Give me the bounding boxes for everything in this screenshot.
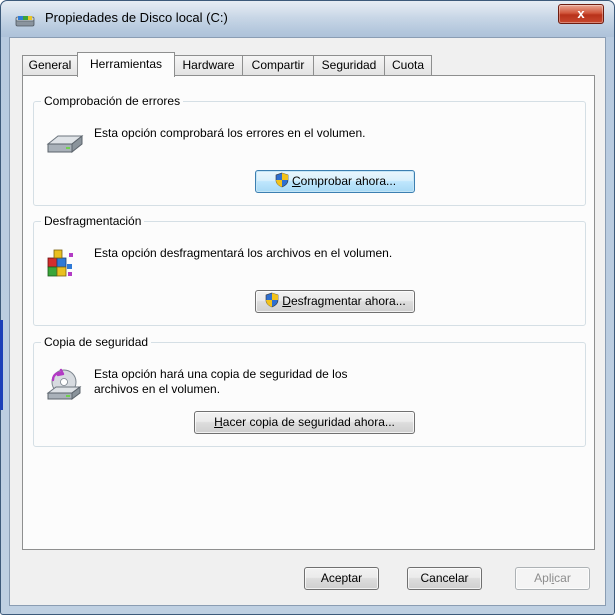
apply-label-start: Apl xyxy=(534,571,552,585)
desktop-edge xyxy=(0,320,3,410)
backup-now-label: acer copia de seguridad ahora... xyxy=(222,415,395,429)
ok-button[interactable]: Aceptar xyxy=(304,567,379,590)
title-bar[interactable]: Propiedades de Disco local (C:) x xyxy=(1,1,614,37)
error-check-description: Esta opción comprobará los errores en el… xyxy=(94,126,366,140)
close-button[interactable]: x xyxy=(558,4,604,24)
backup-title: Copia de seguridad xyxy=(41,335,152,349)
dialog-client: General Herramientas Hardware Compartir … xyxy=(9,37,606,606)
cancel-button[interactable]: Cancelar xyxy=(407,567,482,590)
error-check-group: Comprobación de errores Esta opción comp… xyxy=(33,94,586,206)
uac-shield-icon xyxy=(275,172,289,188)
tab-general[interactable]: General xyxy=(22,55,78,76)
tab-compartir[interactable]: Compartir xyxy=(242,55,314,76)
drive-icon xyxy=(15,16,35,27)
tools-tab-panel: Comprobación de errores Esta opción comp… xyxy=(22,75,595,550)
backup-description: Esta opción hará una copia de seguridad … xyxy=(94,367,348,396)
defrag-now-label: esfragmentar ahora... xyxy=(290,294,406,308)
tab-seguridad[interactable]: Seguridad xyxy=(313,55,385,76)
window-title: Propiedades de Disco local (C:) xyxy=(45,10,228,25)
defrag-icon xyxy=(47,249,73,277)
defrag-description: Esta opción desfragmentará los archivos … xyxy=(94,246,393,260)
apply-label-end: car xyxy=(554,571,571,585)
properties-window: Propiedades de Disco local (C:) x Genera… xyxy=(0,0,615,615)
defrag-now-button[interactable]: Desfragmentar ahora... xyxy=(255,290,415,313)
backup-group: Copia de seguridad Esta opción hará una … xyxy=(33,335,586,447)
backup-now-button[interactable]: Hacer copia de seguridad ahora... xyxy=(194,411,415,434)
check-now-button[interactable]: Comprobar ahora... xyxy=(255,170,415,193)
defrag-group: Desfragmentación Esta opción desfragment… xyxy=(33,214,586,326)
defrag-now-access-key: D xyxy=(282,294,291,308)
check-now-label: omprobar ahora... xyxy=(300,174,397,188)
backup-now-access-key: H xyxy=(214,415,223,429)
tab-hardware[interactable]: Hardware xyxy=(174,55,243,76)
error-check-title: Comprobación de errores xyxy=(41,94,184,108)
check-now-access-key: C xyxy=(291,174,301,188)
hard-drive-icon xyxy=(46,134,84,154)
defrag-title: Desfragmentación xyxy=(41,214,145,228)
tab-cuota[interactable]: Cuota xyxy=(384,55,432,76)
uac-shield-icon xyxy=(265,292,279,308)
backup-icon xyxy=(46,368,82,400)
apply-button[interactable]: Aplicar xyxy=(515,567,590,590)
tab-herramientas[interactable]: Herramientas xyxy=(77,52,175,77)
close-icon: x xyxy=(577,6,585,21)
